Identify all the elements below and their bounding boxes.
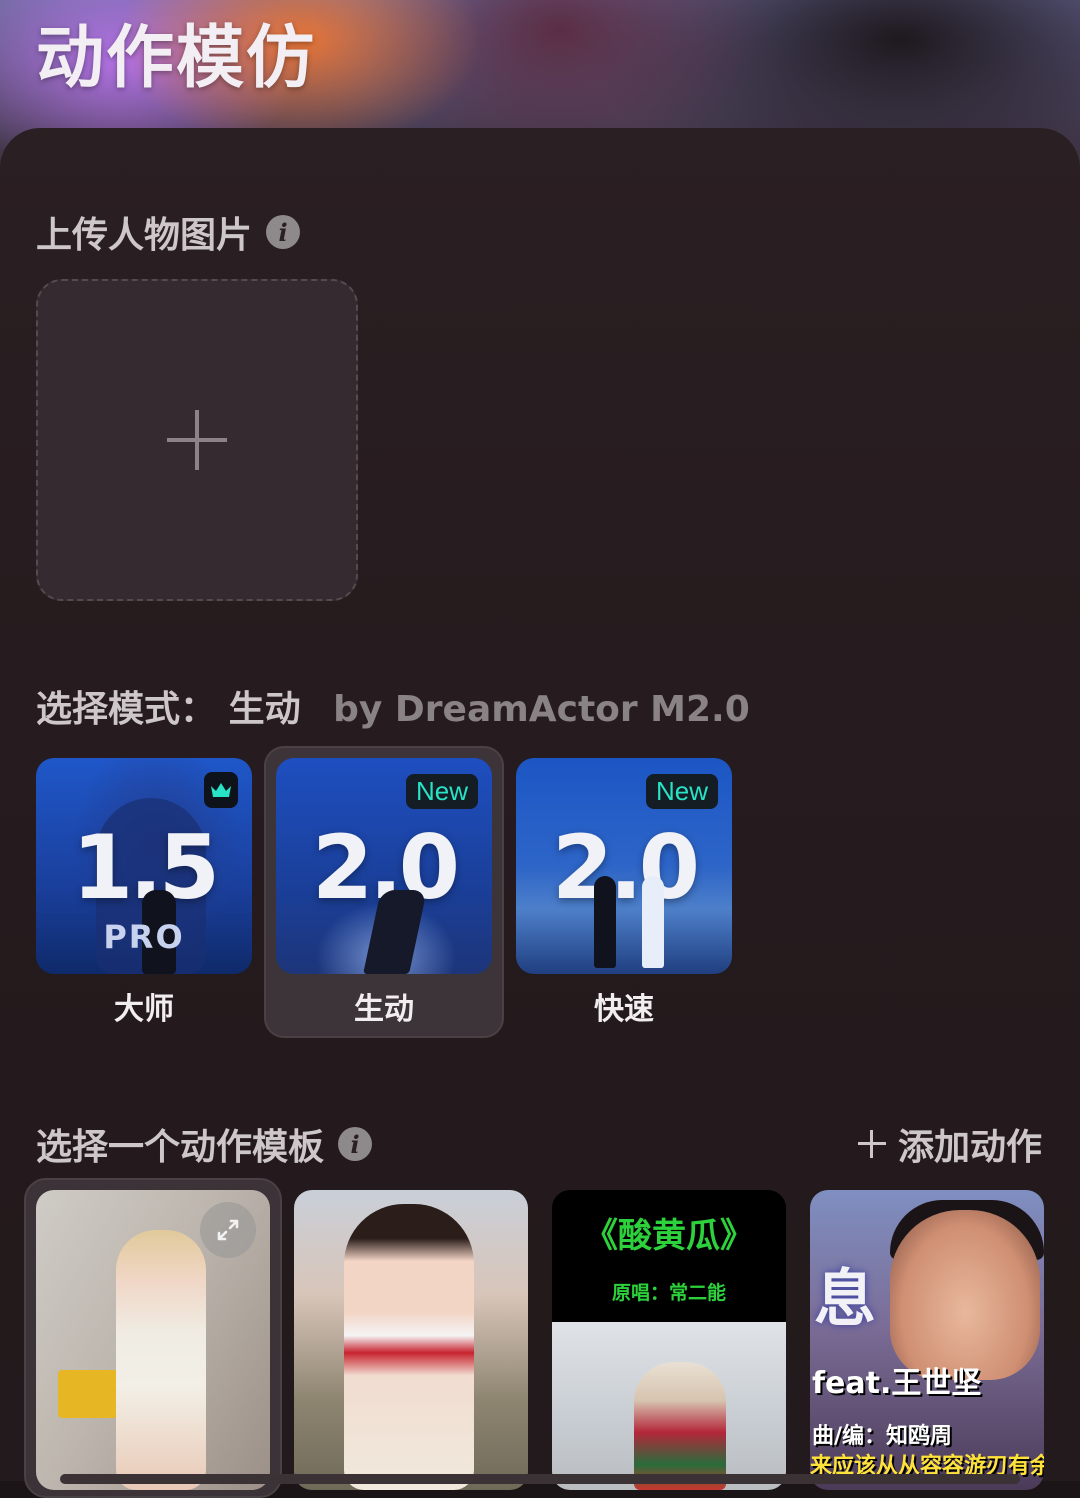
expand-icon[interactable] [200,1202,256,1258]
plus-icon [167,410,227,470]
mode-model-credit: by DreamActor M2.0 [333,689,750,730]
add-action-button[interactable]: 添加动作 [857,1118,1042,1170]
new-badge: New [405,774,478,809]
new-badge: New [645,774,718,809]
silhouette-person-light [642,876,664,968]
info-icon[interactable]: i [266,215,301,249]
silhouette-person-dark [594,876,616,968]
mode-card-vivid[interactable]: 2.0 New [276,758,492,974]
mode-card-fast[interactable]: 2.0 New [516,758,732,974]
snow-photo [552,1322,786,1490]
add-action-label: 添加动作 [897,1127,1042,1168]
crown-icon [204,772,238,808]
template-song-singer: 原唱：常二能 [611,1282,726,1304]
template-thumbnail[interactable]: 《酸黄瓜》 原唱：常二能 [552,1190,786,1490]
template-thumbnail[interactable] [294,1190,528,1490]
template-caption-feat: feat.王世坚 [812,1366,982,1401]
girl-image [344,1204,474,1490]
template-song-title: 《酸黄瓜》 [584,1216,754,1256]
mode-card-label: 大师 [114,992,174,1027]
upload-section-title: 上传人物图片 i [36,206,301,258]
template-caption-big: 息 [814,1262,877,1335]
templates-title-text: 选择一个动作模板 [36,1127,325,1168]
toy-image [58,1370,118,1418]
page-title: 动作模仿 [36,19,317,98]
mode-card-label: 快速 [594,992,654,1027]
baby-image [116,1230,206,1490]
mode-card-master[interactable]: 1.5 PRO [36,758,252,974]
upload-image-button[interactable] [36,279,358,601]
templates-section-title: 选择一个动作模板 i [36,1118,373,1170]
mode-card-pro-label: PRO [103,918,185,956]
mode-current: 生动 [228,689,301,730]
mode-card-version: 2.0 [552,816,700,919]
person-image [634,1362,726,1490]
info-icon[interactable]: i [338,1127,373,1161]
bottom-sheet-handle [60,1474,1020,1484]
template-caption-credit: 曲/编：知鸥周 [812,1424,953,1449]
mode-label: 选择模式： [36,689,217,730]
upload-title-text: 上传人物图片 [36,215,253,256]
plus-icon [857,1130,886,1158]
mode-section-title: 选择模式： 生动 by DreamActor M2.0 [36,680,750,732]
face-image [890,1210,1040,1380]
mode-card-label: 生动 [354,992,414,1027]
template-thumbnail[interactable] [36,1190,270,1490]
template-thumbnail[interactable]: 息 feat.王世坚 曲/编：知鸥周 来应该从从容容游刃有余 [810,1190,1044,1490]
